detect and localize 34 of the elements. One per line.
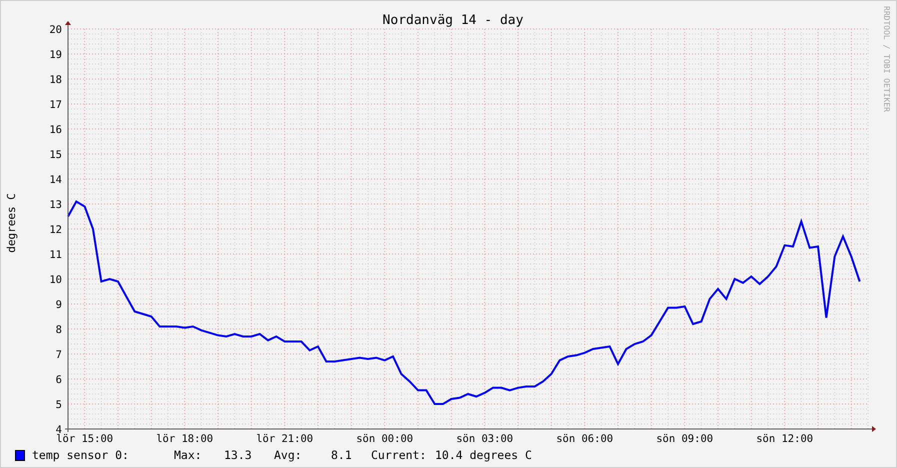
y-tick-label: 9 bbox=[56, 299, 62, 311]
y-tick-label: 8 bbox=[56, 324, 62, 336]
x-tick-label: lör 21:00 bbox=[256, 433, 314, 443]
legend-label: Current: bbox=[371, 448, 428, 462]
legend-label: Max: bbox=[174, 448, 203, 462]
legend-value: 10.4 degrees C bbox=[435, 448, 532, 462]
y-tick-label: 6 bbox=[56, 374, 62, 386]
y-tick-label: 12 bbox=[49, 224, 62, 236]
y-tick-label: 10 bbox=[49, 274, 62, 286]
y-tick-label: 20 bbox=[49, 24, 62, 36]
signature-text: RRDTOOL / TOBI OETIKER bbox=[882, 6, 891, 112]
legend-label: temp sensor 0: bbox=[32, 448, 130, 462]
y-axis-label: degrees C bbox=[5, 193, 18, 253]
y-tick-label: 16 bbox=[49, 124, 62, 136]
y-tick-label: 19 bbox=[49, 49, 62, 61]
y-tick-label: 7 bbox=[56, 349, 62, 361]
y-tick-label: 5 bbox=[56, 399, 62, 411]
x-tick-label: sön 12:00 bbox=[756, 433, 814, 443]
x-tick-label: lör 18:00 bbox=[156, 433, 214, 443]
x-tick-label: sön 03:00 bbox=[456, 433, 514, 443]
y-tick-label: 13 bbox=[49, 199, 62, 211]
legend-value: 13.3 bbox=[224, 448, 253, 462]
legend-label: Avg: bbox=[274, 448, 303, 462]
x-tick-label: lör 15:00 bbox=[56, 433, 114, 443]
x-tick-label: sön 09:00 bbox=[656, 433, 714, 443]
y-tick-label: 11 bbox=[49, 249, 62, 261]
y-tick-label: 15 bbox=[49, 149, 62, 161]
y-tick-label: 17 bbox=[49, 99, 62, 111]
x-tick-label: sön 00:00 bbox=[356, 433, 414, 443]
y-tick-label: 14 bbox=[49, 174, 62, 186]
y-tick-label: 18 bbox=[49, 74, 62, 86]
chart-title: Nordanväg 14 - day bbox=[382, 13, 524, 28]
legend-value: 8.1 bbox=[331, 448, 353, 462]
x-tick-label: sön 06:00 bbox=[556, 433, 614, 443]
